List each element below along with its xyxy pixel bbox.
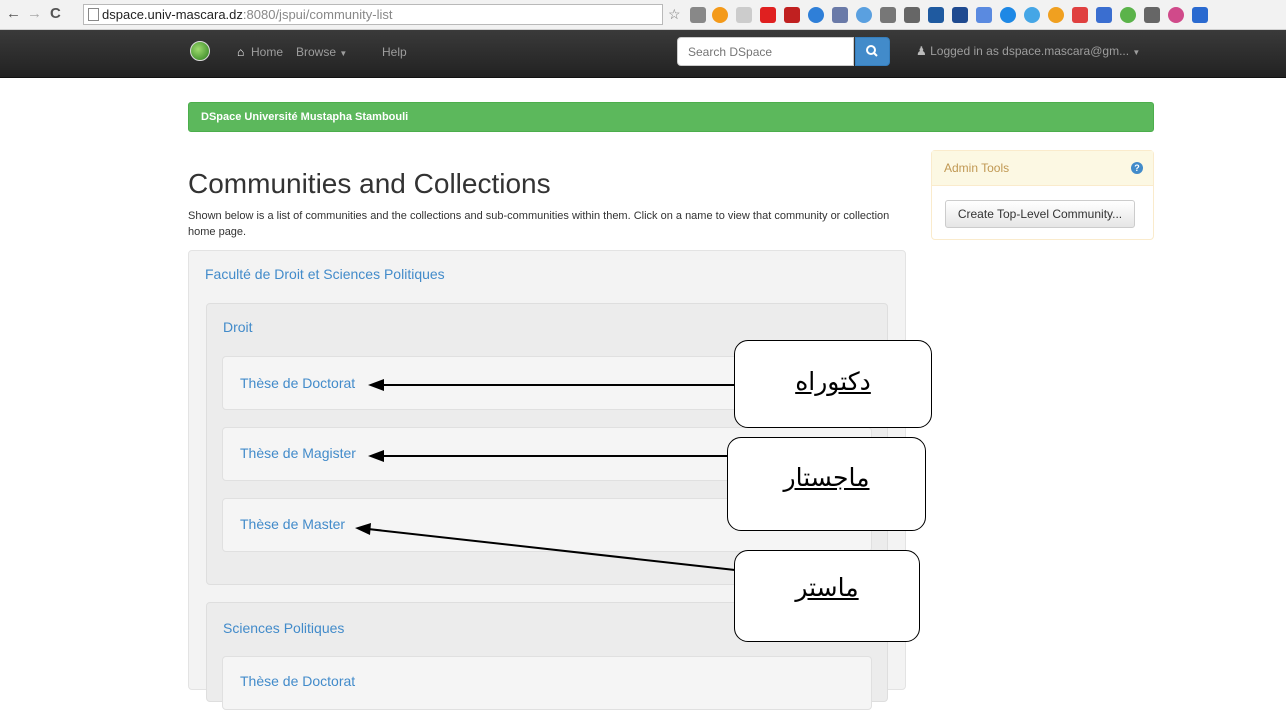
arrow-master: [367, 528, 736, 571]
arrowhead-icon: [355, 523, 371, 535]
annotation-arrows: [355, 379, 736, 571]
callout-magister: ماجستار: [727, 437, 926, 531]
arrowhead-icon: [368, 450, 384, 462]
arrowhead-icon: [368, 379, 384, 391]
callout-master: ماستر: [734, 550, 920, 642]
callout-doctorat: دكتوراه: [734, 340, 932, 428]
